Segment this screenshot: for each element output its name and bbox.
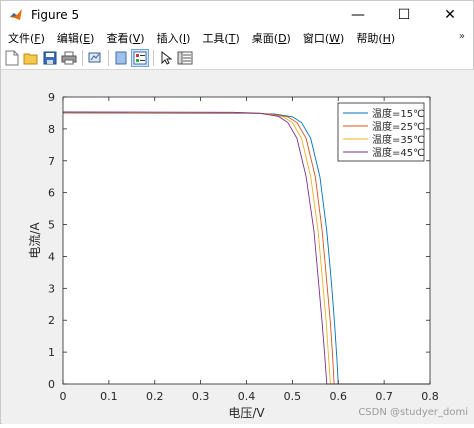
menu-item[interactable]: 文件(F) [1,30,51,46]
menu-item-text: 桌面( [251,32,279,45]
y-tick-label: 2 [48,314,55,327]
x-tick-label: 0.3 [192,390,210,403]
menu-item[interactable]: 桌面(D) [246,30,297,46]
menu-item-text: 工具( [202,32,229,45]
window-title: Figure 5 [31,8,80,22]
y-tick-label: 9 [48,91,55,104]
toolbar-divider [108,50,109,66]
title-bar[interactable]: Figure 5 — ☐ ✕ [1,1,473,29]
maximize-button[interactable]: ☐ [381,1,427,29]
y-tick-label: 5 [48,219,55,232]
menu-item-accelerator: D [278,32,287,45]
x-tick-label: 0.6 [330,390,348,403]
figure-canvas: 0 0.1 0.2 0.3 0.4 0.5 0.6 0.7 0.8 0 1 2 3 4 5 6 7 8 9 电压/V… [2,70,474,424]
menu-item-text: 窗口( [302,32,330,45]
toolbar [1,47,473,70]
y-axis-label: 电流/A [28,222,42,259]
menu-item-text: 编辑( [56,32,84,45]
y-tick-label: 0 [48,378,55,391]
menu-item[interactable]: 插入(I) [151,30,197,46]
menu-item-accelerator: H [382,32,391,45]
legend-label: 温度=25℃ [372,120,424,133]
hide-plot-tools-icon[interactable] [113,50,129,66]
menu-item-text-end: ) [286,32,291,45]
minimize-button[interactable]: — [335,1,381,29]
x-tick-label: 0.7 [375,390,393,403]
menu-item-text-end: ) [340,32,345,45]
x-tick-label: 0.5 [284,390,302,403]
legend-label: 温度=45℃ [372,146,424,159]
y-tick-label: 3 [48,282,55,295]
x-tick-label: 0.4 [238,390,256,403]
close-button[interactable]: ✕ [427,1,473,29]
menu-item-text-end: ) [90,32,95,45]
y-tick-label: 7 [48,155,55,168]
legend-label: 温度=35℃ [372,133,424,146]
menu-item[interactable]: 帮助(H) [350,30,401,46]
menu-item-text-end: ) [390,32,396,45]
menu-expand-icon[interactable]: » [459,31,465,42]
menu-item[interactable]: 窗口(W) [297,30,350,46]
y-tick-label: 6 [48,187,55,200]
menu-item-text: 插入( [156,32,183,45]
link-plot-icon[interactable] [87,50,103,66]
menu-item-text-end: ) [40,32,45,45]
property-inspector-icon[interactable] [177,50,193,66]
x-axis-label: 电压/V [228,406,265,420]
x-tick-label: 0.1 [100,390,118,403]
menu-item-text-end: ) [186,32,191,45]
open-file-icon[interactable] [23,50,39,66]
menu-item-text: 查看( [106,32,133,45]
x-tick-label: 0 [60,390,67,403]
menu-item-text: 文件( [8,32,35,45]
legend[interactable]: 温度=15℃温度=25℃温度=35℃温度=45℃ [337,102,425,162]
figure-window: Figure 5 — ☐ ✕ 文件(F) 编辑(E) 查看(V) 插入(I) 工具(T)… [0,0,474,424]
print-icon[interactable] [61,50,77,66]
menu-item-text: 帮助( [356,32,383,45]
watermark: CSDN @studyer_domi [358,407,468,418]
legend-label: 温度=15℃ [372,107,424,120]
menu-item-text-end: ) [235,32,240,45]
new-figure-icon[interactable] [4,50,20,66]
menu-item-accelerator: W [329,32,341,45]
x-tick-label: 0.8 [421,390,439,403]
close-icon: ✕ [444,7,456,23]
minimize-icon: — [351,7,365,23]
matlab-logo-icon [10,9,22,20]
save-icon[interactable] [42,50,58,66]
y-tick-label: 8 [48,123,55,136]
menu-item[interactable]: 查看(V) [100,30,150,46]
x-tick-label: 0.2 [146,390,164,403]
menu-item[interactable]: 编辑(E) [51,30,101,46]
menu-item[interactable]: 工具(T) [196,30,245,46]
toolbar-divider [153,50,154,66]
toolbar-divider [82,50,83,66]
y-tick-label: 4 [48,250,55,263]
maximize-icon: ☐ [397,7,411,23]
edit-plot-arrow-icon[interactable] [158,50,174,66]
y-tick-label: 1 [48,346,55,359]
iv-curve-chart: 0 0.1 0.2 0.3 0.4 0.5 0.6 0.7 0.8 0 1 2 3 4 5 6 7 8 9 电压/V… [28,91,468,420]
menu-item-text-end: ) [140,32,145,45]
show-plot-tools-icon[interactable] [131,49,149,67]
menu-bar: 文件(F) 编辑(E) 查看(V) 插入(I) 工具(T) 桌面(D) 窗口(W) 帮助(H) [1,29,473,47]
